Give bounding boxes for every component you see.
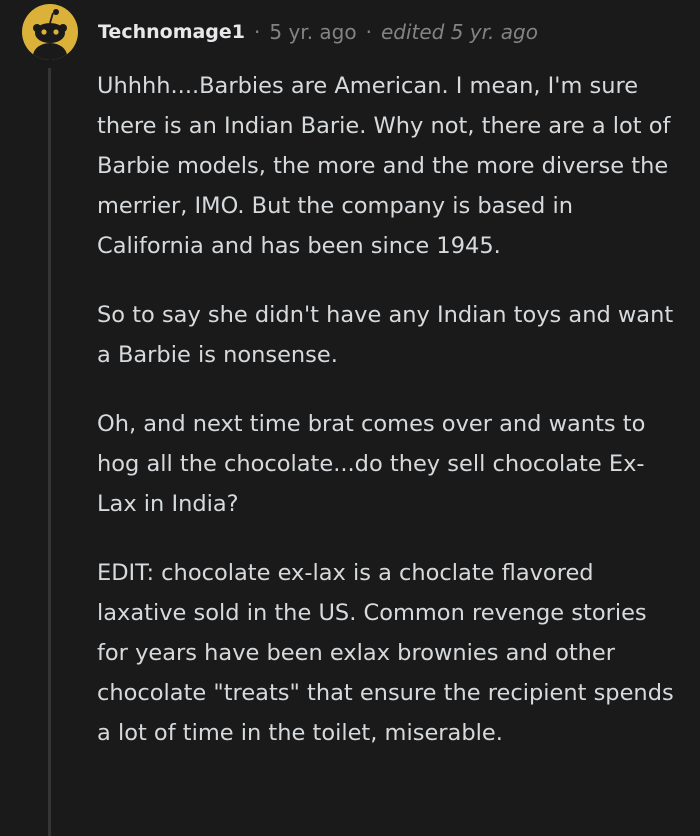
comment-meta: Technomage1 · 5 yr. ago · edited 5 yr. a…: [98, 20, 538, 44]
comment-header: Technomage1 · 5 yr. ago · edited 5 yr. a…: [22, 3, 538, 61]
username-link[interactable]: Technomage1: [98, 21, 245, 43]
comment-paragraph: Oh, and next time brat comes over and wa…: [97, 411, 646, 517]
comment-body: Uhhhh....Barbies are American. I mean, I…: [97, 66, 677, 782]
thread-line[interactable]: [48, 68, 51, 836]
comment-paragraph: Uhhhh....Barbies are American. I mean, I…: [97, 73, 671, 259]
comment-paragraph: EDIT: chocolate ex-lax is a choclate fla…: [97, 560, 674, 746]
snoo-avatar-icon[interactable]: [22, 4, 78, 60]
comment-paragraph: So to say she didn't have any Indian toy…: [97, 302, 674, 368]
edited-label: edited 5 yr. ago: [380, 20, 538, 44]
meta-separator: ·: [254, 20, 261, 44]
timestamp-link[interactable]: 5 yr. ago: [269, 20, 356, 44]
meta-separator: ·: [365, 20, 372, 44]
